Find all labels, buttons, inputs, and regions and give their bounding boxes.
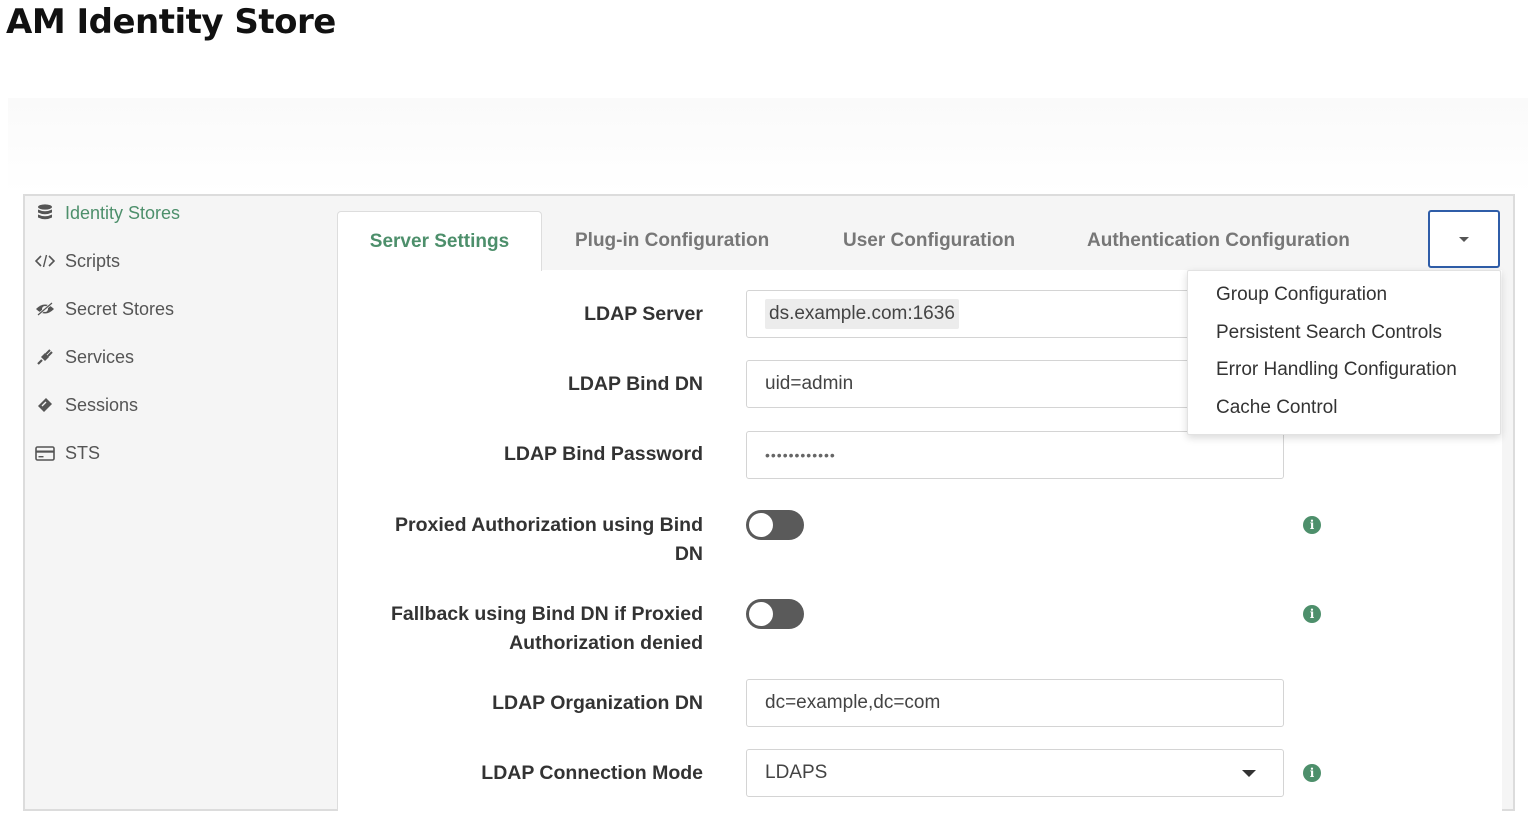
plug-icon xyxy=(35,347,55,367)
tab-user-configuration[interactable]: User Configuration xyxy=(843,211,1015,270)
ldap-bind-dn-value: uid=admin xyxy=(765,373,854,394)
ldap-bind-password-label: LDAP Bind Password xyxy=(503,443,703,465)
menu-item-group-configuration[interactable]: Group Configuration xyxy=(1216,284,1387,306)
credit-card-icon xyxy=(35,443,55,463)
sidebar-item-label: Secret Stores xyxy=(65,298,175,319)
tab-label: Server Settings xyxy=(369,230,510,252)
proxied-auth-label-line1: Proxied Authorization using Bind xyxy=(394,514,703,536)
info-icon[interactable]: i xyxy=(1303,764,1321,782)
ldap-connection-mode-value: LDAPS xyxy=(765,762,828,783)
fallback-bind-label-line2: Authorization denied xyxy=(509,632,703,654)
eye-slash-icon xyxy=(35,299,55,319)
ldap-server-label: LDAP Server xyxy=(584,303,703,325)
sidebar-item-sts[interactable]: STS xyxy=(35,438,100,468)
ldap-bind-password-input[interactable]: •••••••••••• xyxy=(746,431,1284,479)
tab-authentication-configuration[interactable]: Authentication Configuration xyxy=(1087,211,1350,270)
sidebar-item-label: Sessions xyxy=(65,394,139,415)
caret-down-icon xyxy=(1242,770,1256,777)
sidebar-item-identity-stores[interactable]: Identity Stores xyxy=(35,198,180,228)
ldap-server-value: ds.example.com:1636 xyxy=(765,299,959,329)
ldap-org-dn-input[interactable]: dc=example,dc=com xyxy=(746,679,1284,727)
tab-label: Authentication Configuration xyxy=(1087,229,1350,251)
sidebar-item-sessions[interactable]: Sessions xyxy=(35,390,138,420)
toggle-knob xyxy=(749,513,773,537)
more-tabs-button[interactable] xyxy=(1428,210,1500,268)
tab-label: Plug-in Configuration xyxy=(575,229,770,251)
tab-label: User Configuration xyxy=(843,229,1016,251)
ldap-bind-password-value: •••••••••••• xyxy=(765,447,836,463)
page-title: AM Identity Store xyxy=(6,2,336,42)
sidebar-item-label: Services xyxy=(65,346,135,367)
header-band xyxy=(8,98,1528,194)
fallback-bind-label: Fallback using Bind DN if Proxied Author… xyxy=(391,600,703,658)
info-icon[interactable]: i xyxy=(1303,516,1321,534)
menu-item-error-handling-configuration[interactable]: Error Handling Configuration xyxy=(1216,359,1457,381)
ldap-org-dn-value: dc=example,dc=com xyxy=(765,692,941,713)
sidebar-item-label: STS xyxy=(65,442,101,463)
sidebar-item-label: Identity Stores xyxy=(65,202,181,223)
menu-item-persistent-search-controls[interactable]: Persistent Search Controls xyxy=(1216,322,1442,344)
ldap-bind-dn-label: LDAP Bind DN xyxy=(567,373,703,395)
menu-item-cache-control[interactable]: Cache Control xyxy=(1216,397,1337,419)
ldap-connection-mode-label: LDAP Connection Mode xyxy=(481,762,703,784)
ldap-org-dn-label: LDAP Organization DN xyxy=(492,692,703,714)
proxied-auth-label-line2: DN xyxy=(674,543,703,565)
caret-down-icon xyxy=(1459,236,1469,242)
ldap-connection-mode-select[interactable]: LDAPS xyxy=(746,749,1284,797)
tab-server-settings[interactable]: Server Settings xyxy=(337,211,542,271)
proxied-auth-toggle[interactable] xyxy=(746,510,804,540)
more-tabs-dropdown: Group Configuration Persistent Search Co… xyxy=(1187,270,1501,435)
proxied-auth-label: Proxied Authorization using Bind DN xyxy=(395,511,703,569)
tab-plugin-configuration[interactable]: Plug-in Configuration xyxy=(575,211,769,270)
sidebar-item-label: Scripts xyxy=(65,250,121,271)
sidebar-item-secret-stores[interactable]: Secret Stores xyxy=(35,294,174,324)
ticket-icon xyxy=(35,395,55,415)
code-icon xyxy=(35,251,55,271)
fallback-bind-toggle[interactable] xyxy=(746,599,804,629)
sidebar-item-scripts[interactable]: Scripts xyxy=(35,246,120,276)
database-icon xyxy=(35,203,55,223)
sidebar-item-services[interactable]: Services xyxy=(35,342,134,372)
fallback-bind-label-line1: Fallback using Bind DN if Proxied xyxy=(390,603,703,625)
toggle-knob xyxy=(749,602,773,626)
info-icon[interactable]: i xyxy=(1303,605,1321,623)
